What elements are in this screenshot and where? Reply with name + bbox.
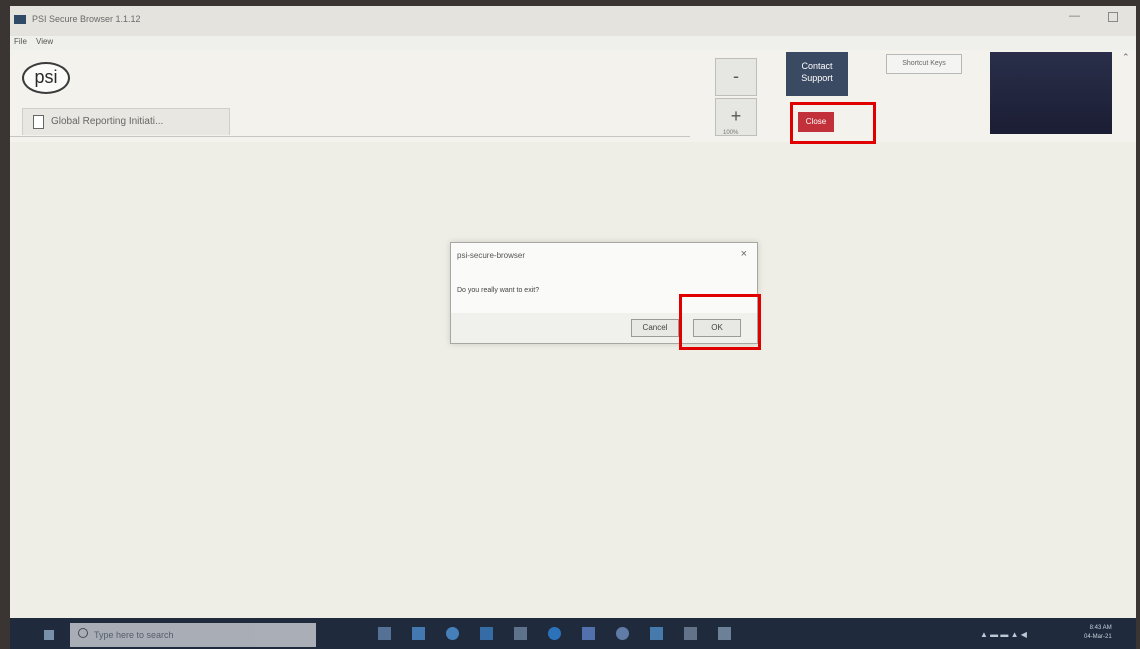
- window-titlebar: PSI Secure Browser 1.1.12 —: [10, 6, 1136, 37]
- maximize-button[interactable]: [1108, 12, 1118, 22]
- document-icon: [33, 115, 44, 129]
- app-icon-6[interactable]: [582, 627, 595, 640]
- monitor-screen: PSI Secure Browser 1.1.12 — File View ps…: [10, 6, 1136, 649]
- chrome-icon[interactable]: [446, 627, 459, 640]
- tab-divider: [10, 136, 690, 137]
- clock-date: 04-Mar-21: [1084, 634, 1112, 640]
- search-placeholder: Type here to search: [94, 630, 174, 640]
- app-icon: [14, 15, 26, 24]
- dialog-title: psi-secure-browser: [457, 251, 526, 260]
- menu-view[interactable]: View: [36, 37, 53, 46]
- tab-document[interactable]: Global Reporting Initiati...: [22, 108, 230, 135]
- menu-bar: File View: [10, 36, 1136, 50]
- edge-icon[interactable]: [548, 627, 561, 640]
- ok-highlight-box: [679, 294, 761, 350]
- webcam-preview: [990, 52, 1112, 134]
- outlook-icon[interactable]: [412, 627, 425, 640]
- system-tray-icons[interactable]: ▲ ▬ ▬ ▲ ◀: [980, 630, 1027, 639]
- app-icon-7[interactable]: [616, 627, 629, 640]
- cancel-button[interactable]: Cancel: [631, 319, 679, 337]
- app-icon-8[interactable]: [650, 627, 663, 640]
- app-icon-4[interactable]: [514, 627, 527, 640]
- close-highlight-box: [790, 102, 876, 144]
- zoom-level: 100%: [723, 130, 739, 136]
- psi-logo: psi: [22, 62, 70, 94]
- tab-label: Global Reporting Initiati...: [51, 116, 164, 127]
- app-icon-10[interactable]: [718, 627, 731, 640]
- task-view-icon[interactable]: [378, 627, 391, 640]
- clock-time: 8:43 AM: [1089, 625, 1112, 631]
- collapse-icon[interactable]: ⌃: [1122, 52, 1130, 63]
- menu-file[interactable]: File: [14, 37, 27, 46]
- windows-taskbar: Type here to search ▲ ▬ ▬ ▲ ◀ 8:43 AM 04…: [10, 618, 1136, 649]
- contact-support-button[interactable]: Contact Support: [786, 52, 848, 96]
- taskbar-clock[interactable]: 8:43 AM 04-Mar-21: [1084, 624, 1112, 642]
- dialog-close-icon[interactable]: ×: [741, 248, 747, 260]
- minimize-button[interactable]: —: [1069, 10, 1080, 22]
- dialog-message: Do you really want to exit?: [457, 287, 540, 294]
- zoom-out-button[interactable]: -: [715, 58, 757, 96]
- taskbar-search-input[interactable]: Type here to search: [70, 623, 316, 647]
- windows-start-icon[interactable]: [44, 630, 54, 640]
- app-icon-3[interactable]: [480, 627, 493, 640]
- search-icon: [78, 628, 88, 638]
- app-icon-9[interactable]: [684, 627, 697, 640]
- browser-toolbar: psi Global Reporting Initiati... - + 100…: [10, 50, 1136, 144]
- window-title: PSI Secure Browser 1.1.12: [32, 14, 141, 24]
- shortcut-keys-button[interactable]: Shortcut Keys: [886, 54, 962, 74]
